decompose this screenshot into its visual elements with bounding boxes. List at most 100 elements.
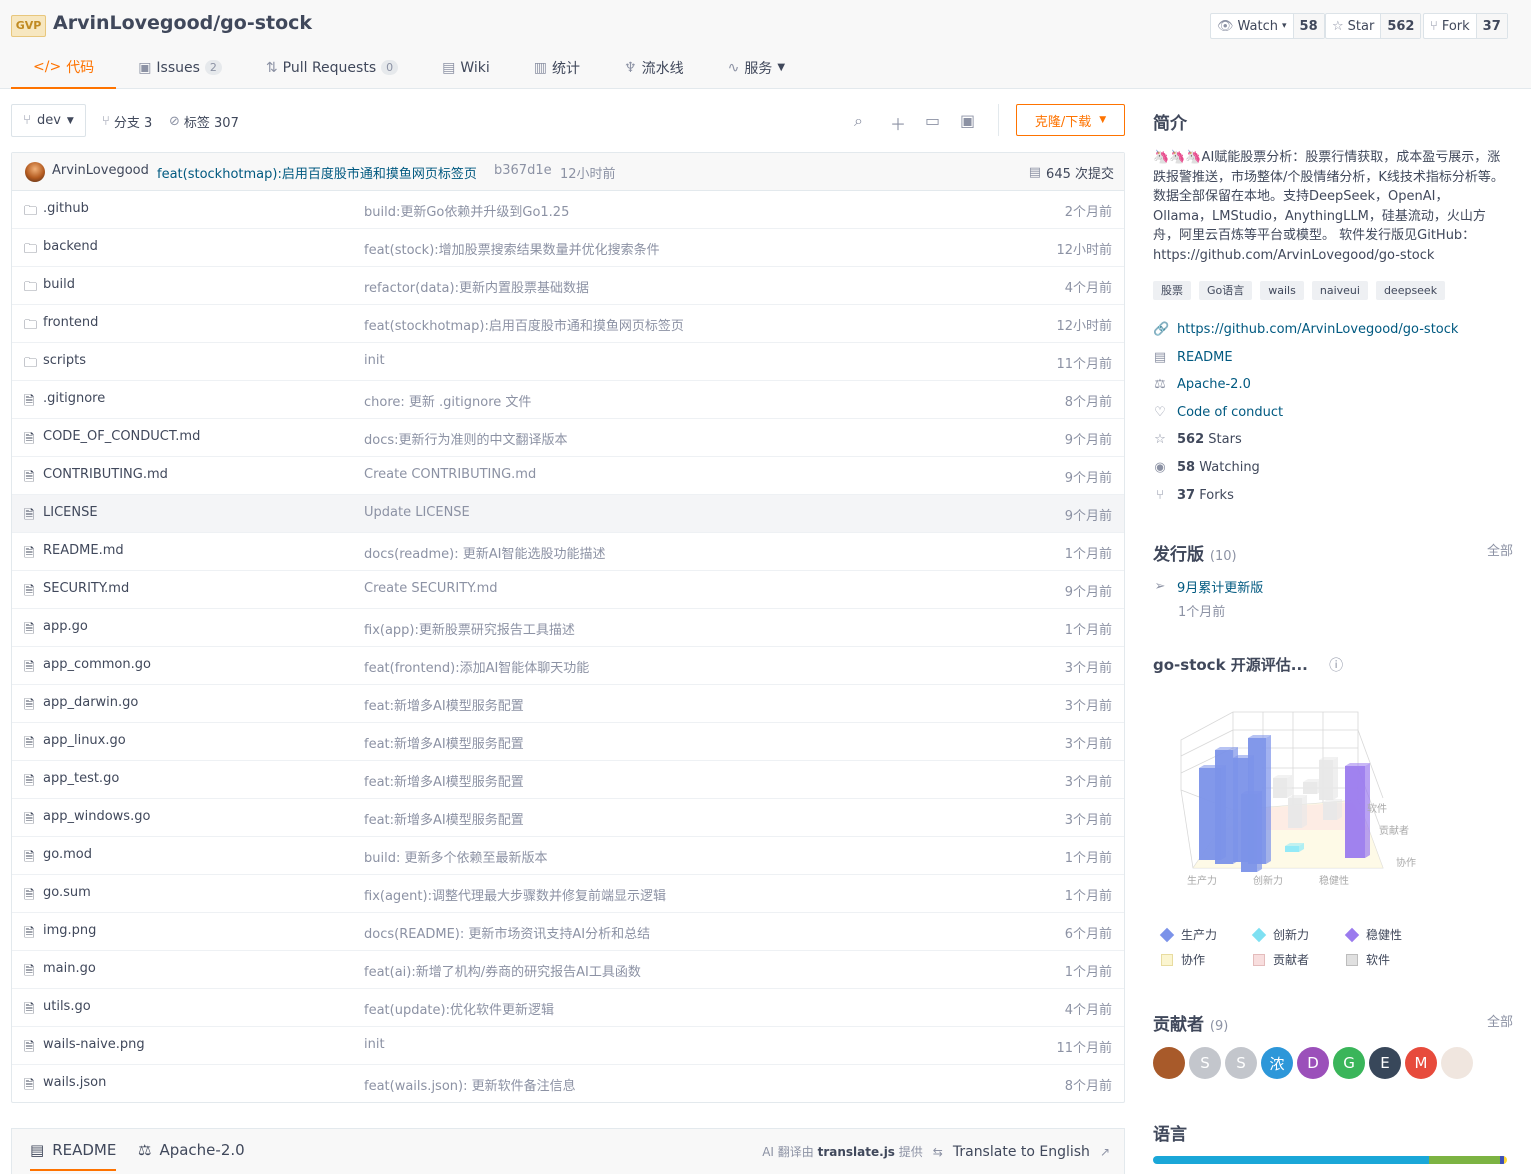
commit-count-link[interactable]: ▤ 645 次提交 bbox=[1029, 163, 1114, 182]
eval-title[interactable]: go-stock 开源评估... ⓘ bbox=[1153, 654, 1343, 675]
file-row[interactable]: 🗎 app_linux.go feat:新增多AI模型服务配置 3个月前 bbox=[12, 723, 1124, 761]
contributor-avatar[interactable]: 浓 bbox=[1261, 1047, 1293, 1079]
file-row[interactable]: 🗎 app_darwin.go feat:新增多AI模型服务配置 3个月前 bbox=[12, 685, 1124, 723]
file-row[interactable]: 🗎 app_windows.go feat:新增多AI模型服务配置 3个月前 bbox=[12, 799, 1124, 837]
topic-tag[interactable]: deepseek bbox=[1375, 281, 1446, 300]
commit-message[interactable]: feat(stockhotmap):启用百度股市通和摸鱼网页标签页 bbox=[157, 163, 477, 182]
file-row[interactable]: 🗎 .gitignore chore: 更新 .gitignore 文件 8个月前 bbox=[12, 381, 1124, 419]
file-name[interactable]: CONTRIBUTING.md bbox=[43, 467, 168, 482]
clone-download-button[interactable]: 克隆/下载 ▼ bbox=[1016, 104, 1125, 136]
file-name[interactable]: .github bbox=[43, 201, 89, 216]
file-name[interactable]: go.mod bbox=[43, 847, 92, 862]
topic-tag[interactable]: naiveui bbox=[1311, 281, 1368, 300]
legend-item[interactable]: 创新力 bbox=[1251, 926, 1309, 943]
file-commit-message[interactable]: feat:新增多AI模型服务配置 bbox=[364, 733, 524, 752]
star-count[interactable]: 562 bbox=[1380, 14, 1421, 38]
tab-pull-requests[interactable]: ⇅ Pull Requests 0 bbox=[244, 46, 420, 89]
readme-link[interactable]: ▤ README bbox=[1153, 350, 1233, 365]
file-commit-message[interactable]: fix(agent):调整代理最大步骤数并修复前端显示逻辑 bbox=[364, 885, 666, 904]
avatar[interactable] bbox=[25, 162, 45, 182]
file-name[interactable]: app_linux.go bbox=[43, 733, 126, 748]
releases-title[interactable]: 发行版 (10) bbox=[1153, 540, 1237, 565]
file-row[interactable]: 🗀 build refactor(data):更新内置股票基础数据 4个月前 bbox=[12, 267, 1124, 305]
file-row[interactable]: 🗎 main.go feat(ai):新增了机构/券商的研究报告AI工具函数 1个月前 bbox=[12, 951, 1124, 989]
file-row[interactable]: 🗎 go.sum fix(agent):调整代理最大步骤数并修复前端显示逻辑 1个月前 bbox=[12, 875, 1124, 913]
contributor-avatar[interactable]: S bbox=[1189, 1047, 1221, 1079]
legend-item[interactable]: 协作 bbox=[1161, 951, 1205, 968]
file-name[interactable]: .gitignore bbox=[43, 391, 105, 406]
watching-link[interactable]: ◉ 58 Watching bbox=[1153, 460, 1259, 475]
contributor-avatar[interactable] bbox=[1153, 1047, 1185, 1079]
language-segment[interactable] bbox=[1504, 1156, 1507, 1164]
file-commit-message[interactable]: refactor(data):更新内置股票基础数据 bbox=[364, 277, 589, 296]
file-commit-message[interactable]: docs:更新行为准则的中文翻译版本 bbox=[364, 429, 568, 448]
file-commit-message[interactable]: feat(stock):增加股票搜索结果数量并优化搜索条件 bbox=[364, 239, 660, 258]
file-name[interactable]: README.md bbox=[43, 543, 124, 558]
file-name[interactable]: app_common.go bbox=[43, 657, 151, 672]
file-commit-message[interactable]: Create CONTRIBUTING.md bbox=[364, 467, 536, 482]
release-item[interactable]: ➢ 9月累计更新版 bbox=[1153, 577, 1264, 596]
translate-button[interactable]: Translate to English bbox=[953, 1144, 1090, 1160]
file-row[interactable]: 🗎 SECURITY.md Create SECURITY.md 9个月前 bbox=[12, 571, 1124, 609]
legend-item[interactable]: 生产力 bbox=[1159, 926, 1217, 943]
topic-tag[interactable]: Go语言 bbox=[1199, 281, 1253, 300]
file-row[interactable]: 🗎 wails-naive.png init 11个月前 bbox=[12, 1027, 1124, 1065]
file-row[interactable]: 🗎 LICENSE Update LICENSE 9个月前 bbox=[12, 495, 1124, 533]
file-name[interactable]: build bbox=[43, 277, 75, 292]
homepage-url[interactable]: https://github.com/ArvinLovegood/go-stoc… bbox=[1177, 322, 1458, 337]
homepage-link[interactable]: 🔗 https://github.com/ArvinLovegood/go-sto… bbox=[1153, 322, 1458, 337]
file-commit-message[interactable]: feat:新增多AI模型服务配置 bbox=[364, 771, 524, 790]
readme-label[interactable]: README bbox=[1177, 350, 1233, 365]
file-commit-message[interactable]: chore: 更新 .gitignore 文件 bbox=[364, 391, 531, 410]
file-commit-message[interactable]: Create SECURITY.md bbox=[364, 581, 498, 596]
file-row[interactable]: 🗎 README.md docs(readme): 更新AI智能选股功能描述 1个月前 bbox=[12, 533, 1124, 571]
contributor-avatar[interactable]: G bbox=[1333, 1047, 1365, 1079]
file-row[interactable]: 🗎 CONTRIBUTING.md Create CONTRIBUTING.md 9个… bbox=[12, 457, 1124, 495]
tab-service[interactable]: ∿ 服务 ▼ bbox=[706, 46, 807, 89]
file-name[interactable]: go.sum bbox=[43, 885, 91, 900]
file-commit-message[interactable]: init bbox=[364, 353, 385, 368]
coc-link[interactable]: ♡ Code of conduct bbox=[1153, 405, 1283, 420]
file-row[interactable]: 🗀 frontend feat(stockhotmap):启用百度股市通和摸鱼网页标… bbox=[12, 305, 1124, 343]
commit-author[interactable]: ArvinLovegood bbox=[52, 163, 149, 178]
file-commit-message[interactable]: docs(readme): 更新AI智能选股功能描述 bbox=[364, 543, 605, 562]
file-row[interactable]: 🗀 .github build:更新Go依赖并升级到Go1.25 2个月前 bbox=[12, 191, 1124, 229]
watch-button[interactable]: 👁 Watch ▾ 58 bbox=[1210, 13, 1325, 39]
file-commit-message[interactable]: feat:新增多AI模型服务配置 bbox=[364, 695, 524, 714]
fork-button[interactable]: ⑂ Fork 37 bbox=[1423, 13, 1508, 39]
ai-note-tool[interactable]: translate.js bbox=[818, 1145, 895, 1159]
file-name[interactable]: frontend bbox=[43, 315, 98, 330]
file-row[interactable]: 🗎 app_common.go feat(frontend):添加AI智能体聊天功能… bbox=[12, 647, 1124, 685]
file-commit-message[interactable]: build: 更新多个依赖至最新版本 bbox=[364, 847, 547, 866]
star-button[interactable]: ☆ Star 562 bbox=[1325, 13, 1422, 39]
file-row[interactable]: 🗀 scripts init 11个月前 bbox=[12, 343, 1124, 381]
license-link[interactable]: ⚖ Apache-2.0 bbox=[1153, 377, 1251, 392]
topic-tag[interactable]: wails bbox=[1260, 281, 1304, 300]
contributor-avatar[interactable]: S bbox=[1225, 1047, 1257, 1079]
language-segment[interactable] bbox=[1153, 1156, 1430, 1164]
language-segment[interactable] bbox=[1429, 1156, 1500, 1164]
file-row[interactable]: 🗀 backend feat(stock):增加股票搜索结果数量并优化搜索条件 12小… bbox=[12, 229, 1124, 267]
plus-icon[interactable]: ＋ bbox=[890, 111, 906, 135]
external-link-icon[interactable]: ↗ bbox=[1100, 1145, 1110, 1159]
monitor-icon[interactable]: ▭ bbox=[925, 111, 940, 130]
gvp-badge[interactable]: GVP bbox=[11, 15, 46, 37]
releases-all-link[interactable]: 全部 bbox=[1487, 540, 1513, 559]
repo-title[interactable]: ArvinLovegood/go-stock bbox=[53, 12, 312, 34]
commit-hash[interactable]: b367d1e bbox=[494, 163, 552, 178]
file-name[interactable]: backend bbox=[43, 239, 98, 254]
file-commit-message[interactable]: build:更新Go依赖并升级到Go1.25 bbox=[364, 201, 569, 220]
file-row[interactable]: 🗎 CODE_OF_CONDUCT.md docs:更新行为准则的中文翻译版本 9个月… bbox=[12, 419, 1124, 457]
tab-stats[interactable]: ▥ 统计 bbox=[512, 46, 602, 89]
fork-count[interactable]: 37 bbox=[1475, 14, 1507, 38]
file-commit-message[interactable]: feat(update):优化软件更新逻辑 bbox=[364, 999, 554, 1018]
file-row[interactable]: 🗎 app_test.go feat:新增多AI模型服务配置 3个月前 bbox=[12, 761, 1124, 799]
file-row[interactable]: 🗎 img.png docs(README): 更新市场资讯支持AI分析和总结 6个月… bbox=[12, 913, 1124, 951]
file-commit-message[interactable]: feat(wails.json): 更新软件备注信息 bbox=[364, 1075, 576, 1094]
branches-link[interactable]: ⑂ 分支 3 bbox=[102, 112, 152, 131]
license-label[interactable]: Apache-2.0 bbox=[1177, 377, 1251, 392]
tab-wiki[interactable]: ▤ Wiki bbox=[420, 46, 512, 89]
release-name[interactable]: 9月累计更新版 bbox=[1177, 577, 1263, 596]
file-row[interactable]: 🗎 utils.go feat(update):优化软件更新逻辑 4个月前 bbox=[12, 989, 1124, 1027]
file-name[interactable]: app_windows.go bbox=[43, 809, 150, 824]
